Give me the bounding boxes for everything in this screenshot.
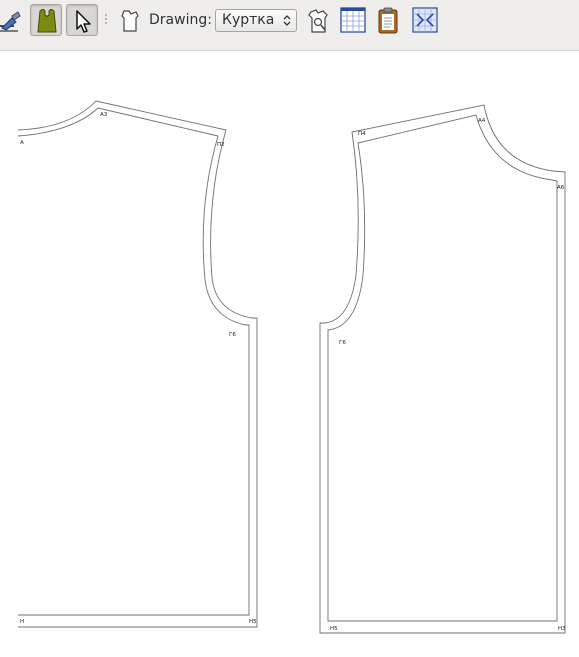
point-label: Г6 <box>339 340 346 346</box>
toolbar-grip[interactable] <box>105 14 109 26</box>
back-piece[interactable] <box>17 100 258 628</box>
point-label: Н5 <box>249 619 257 625</box>
drawing-label: Drawing: <box>149 12 212 28</box>
history-button[interactable] <box>372 4 404 36</box>
drawing-canvas[interactable]: А А3 П2 Г6 Н Н5 П4 А4 А6 Г6 Н5 Н3 <box>0 51 579 653</box>
front-piece[interactable] <box>319 104 566 634</box>
point-label: Н3 <box>558 626 566 632</box>
point-label: А <box>20 140 24 146</box>
new-pattern-piece-button[interactable] <box>114 4 146 36</box>
piece-properties-button[interactable] <box>302 4 334 36</box>
point-label: Н <box>20 619 24 625</box>
layout-button[interactable] <box>337 4 369 36</box>
drawing-select-value: Куртка <box>222 12 275 28</box>
point-label: П2 <box>217 142 225 148</box>
union-details-button[interactable] <box>409 4 441 36</box>
front-piece-outline <box>327 114 558 622</box>
point-label: П4 <box>358 131 366 137</box>
point-label: А4 <box>478 118 486 124</box>
drawing-select[interactable]: Куртка <box>215 9 297 32</box>
front-piece-seam-allowance <box>319 104 566 634</box>
back-piece-seam-allowance <box>17 100 258 628</box>
draw-mode-button[interactable] <box>0 4 32 36</box>
point-label: А3 <box>100 112 108 118</box>
spin-arrows-icon <box>283 13 291 28</box>
point-label: Н5 <box>330 626 338 632</box>
point-labels: А А3 П2 Г6 Н Н5 П4 А4 А6 Г6 Н5 Н3 <box>20 112 566 632</box>
pointer-tool-button[interactable] <box>66 4 98 36</box>
point-label: Г6 <box>229 332 236 338</box>
details-mode-button[interactable] <box>30 4 62 36</box>
point-label: А6 <box>557 185 565 191</box>
main-toolbar: Drawing: Куртка <box>0 0 579 51</box>
